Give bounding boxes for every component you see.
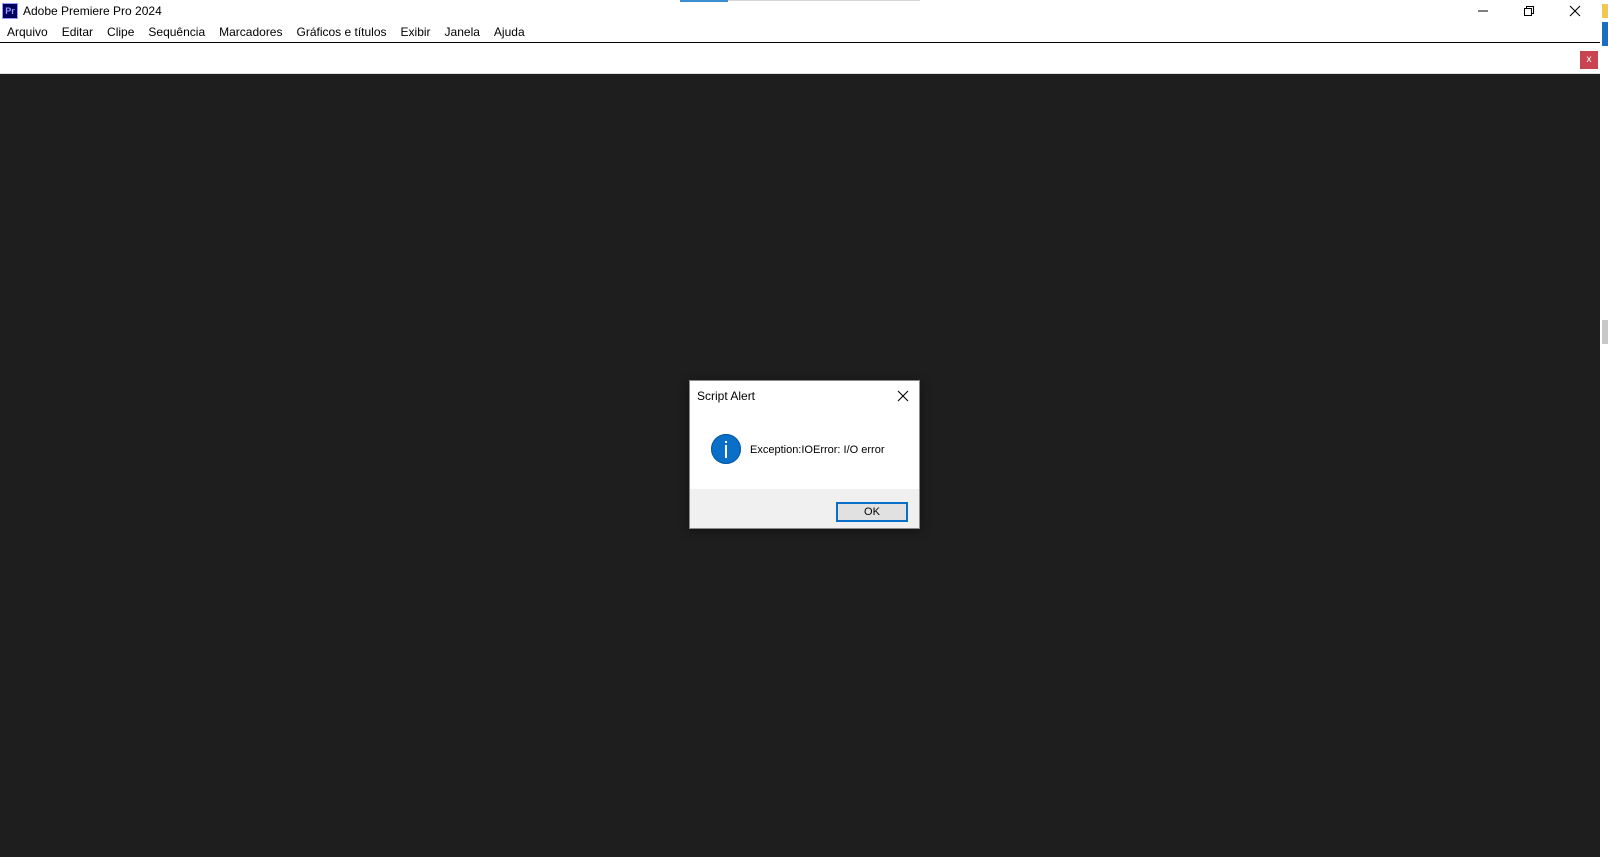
strip-close-button[interactable]: x: [1580, 51, 1598, 69]
scrollbar-thumb[interactable]: [1602, 320, 1608, 344]
menu-janela[interactable]: Janela: [438, 22, 487, 42]
menu-editar[interactable]: Editar: [55, 22, 100, 42]
minimize-button[interactable]: [1460, 0, 1506, 22]
close-icon: [1569, 5, 1581, 17]
title-accent-line: [728, 0, 920, 1]
dialog-message: Exception:IOError: I/O error: [750, 444, 885, 456]
premiere-window: Pr Adobe Premiere Pro 2024 Arquivo Edita…: [0, 0, 1600, 857]
menu-arquivo[interactable]: Arquivo: [0, 22, 55, 42]
menu-bar: Arquivo Editar Clipe Sequência Marcadore…: [0, 22, 1600, 43]
window-title: Adobe Premiere Pro 2024: [23, 4, 162, 18]
premiere-app-icon: Pr: [2, 3, 18, 19]
close-window-button[interactable]: [1552, 0, 1598, 22]
restore-button[interactable]: [1506, 0, 1552, 22]
right-edge-strip: [1600, 0, 1608, 857]
menu-marcadores[interactable]: Marcadores: [212, 22, 289, 42]
title-accent: [680, 0, 728, 2]
dialog-title: Script Alert: [697, 389, 756, 403]
info-icon: [711, 434, 741, 464]
menu-clipe[interactable]: Clipe: [100, 22, 141, 42]
restore-icon: [1524, 6, 1534, 16]
notification-strip: [0, 43, 1600, 74]
menu-ajuda[interactable]: Ajuda: [487, 22, 532, 42]
close-icon: [897, 390, 909, 402]
edge-accent: [1602, 22, 1608, 46]
menu-graficos-e-titulos[interactable]: Gráficos e títulos: [289, 22, 393, 42]
dialog-close-button[interactable]: [892, 385, 914, 407]
menu-exibir[interactable]: Exibir: [394, 22, 438, 42]
ok-button[interactable]: OK: [836, 502, 908, 522]
folder-icon: [1602, 4, 1608, 18]
script-alert-dialog: Script Alert Exception:IOError: I/O erro…: [689, 380, 920, 529]
title-bar[interactable]: Pr Adobe Premiere Pro 2024: [0, 0, 1600, 22]
menu-sequencia[interactable]: Sequência: [141, 22, 212, 42]
minimize-icon: [1478, 10, 1488, 12]
